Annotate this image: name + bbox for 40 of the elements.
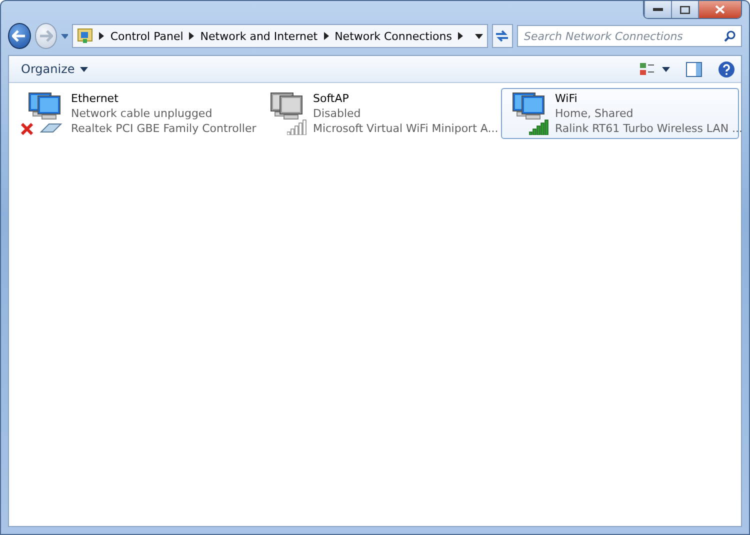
dropdown-caret-icon[interactable]: [474, 34, 483, 38]
address-bar[interactable]: Control Panel Network and Internet Network Connections: [72, 24, 488, 48]
connection-status: Disabled: [313, 106, 362, 121]
refresh-icon: [495, 30, 510, 42]
connection-name: WiFi: [555, 91, 578, 106]
organize-menu[interactable]: Organize: [19, 60, 90, 78]
breadcrumb-item[interactable]: Network and Internet: [200, 30, 318, 42]
connection-name: Ethernet: [71, 91, 120, 106]
adapter-name: Realtek PCI GBE Family Controller: [71, 121, 256, 136]
chevron-icon[interactable]: [458, 32, 463, 40]
back-arrow-icon: [12, 30, 26, 42]
connection-item[interactable]: Ethernet Network cable unplugged Realtek PCI GBE Family Controller: [17, 88, 255, 139]
connection-item[interactable]: WiFi Home, Shared Ralink RT61 Turbo Wireless LAN ...: [501, 88, 739, 139]
cross-icon: [21, 123, 33, 135]
maximize-button[interactable]: [671, 1, 698, 18]
forward-arrow-icon: [39, 30, 54, 42]
help-icon[interactable]: [718, 60, 735, 78]
chevron-icon[interactable]: [189, 32, 194, 40]
refresh-button[interactable]: [492, 24, 513, 48]
connection-status: Home, Shared: [555, 106, 634, 121]
adapter-name: Microsoft Virtual WiFi Miniport A...: [313, 121, 498, 136]
view-options-icon[interactable]: [640, 62, 670, 76]
search-field[interactable]: Search Network Connections: [516, 25, 742, 47]
maximize-icon: [680, 6, 690, 14]
close-button[interactable]: [698, 1, 741, 18]
connection-name: SoftAP: [313, 91, 350, 106]
connection-item[interactable]: SoftAP Disabled Microsoft Virtual WiFi Miniport A...: [259, 88, 497, 139]
caret-icon: [80, 66, 88, 72]
chevron-icon[interactable]: [324, 32, 329, 40]
close-icon: [715, 5, 725, 14]
breadcrumb-item[interactable]: Control Panel: [110, 30, 184, 42]
network-folder-icon: [77, 28, 94, 44]
breadcrumb-item[interactable]: Network Connections: [334, 30, 452, 42]
chevron-icon[interactable]: [99, 32, 104, 40]
preview-pane-icon[interactable]: [686, 62, 702, 76]
minimize-icon: [653, 8, 663, 12]
back-button[interactable]: [8, 23, 31, 49]
connection-status: Network cable unplugged: [71, 106, 214, 121]
minimize-button[interactable]: [644, 1, 671, 18]
search-icon: [724, 30, 736, 42]
